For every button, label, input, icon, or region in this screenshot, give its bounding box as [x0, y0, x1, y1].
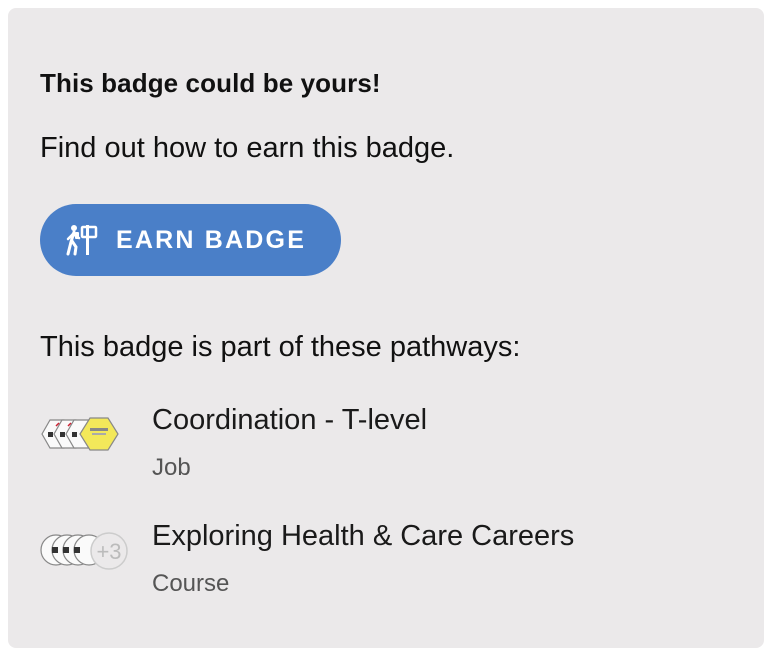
pathway-name: Coordination - T-level: [152, 404, 428, 436]
earn-badge-label: EARN BADGE: [116, 225, 307, 254]
earn-badge-card: This badge could be yours! Find out how …: [8, 8, 764, 648]
pathways-title: This badge is part of these pathways:: [40, 331, 521, 363]
more-badges-count: +3: [96, 539, 121, 564]
earn-badge-button[interactable]: EARN BADGE: [40, 204, 341, 276]
pathway-item-coordination[interactable]: Coordination - T-level Job: [40, 400, 740, 490]
badge-stack-icon: [40, 414, 130, 454]
card-headline: This badge could be yours!: [40, 68, 381, 98]
hiker-signpost-icon: [66, 223, 98, 257]
badge-stack-icon: +3: [40, 530, 130, 570]
pathway-type: Course: [152, 570, 230, 597]
pathway-item-exploring-health-care[interactable]: +3 Exploring Health & Care Careers Cours…: [40, 516, 740, 606]
card-subline: Find out how to earn this badge.: [40, 132, 455, 164]
pathway-name: Exploring Health & Care Careers: [152, 520, 575, 552]
pathway-type: Job: [152, 454, 191, 481]
